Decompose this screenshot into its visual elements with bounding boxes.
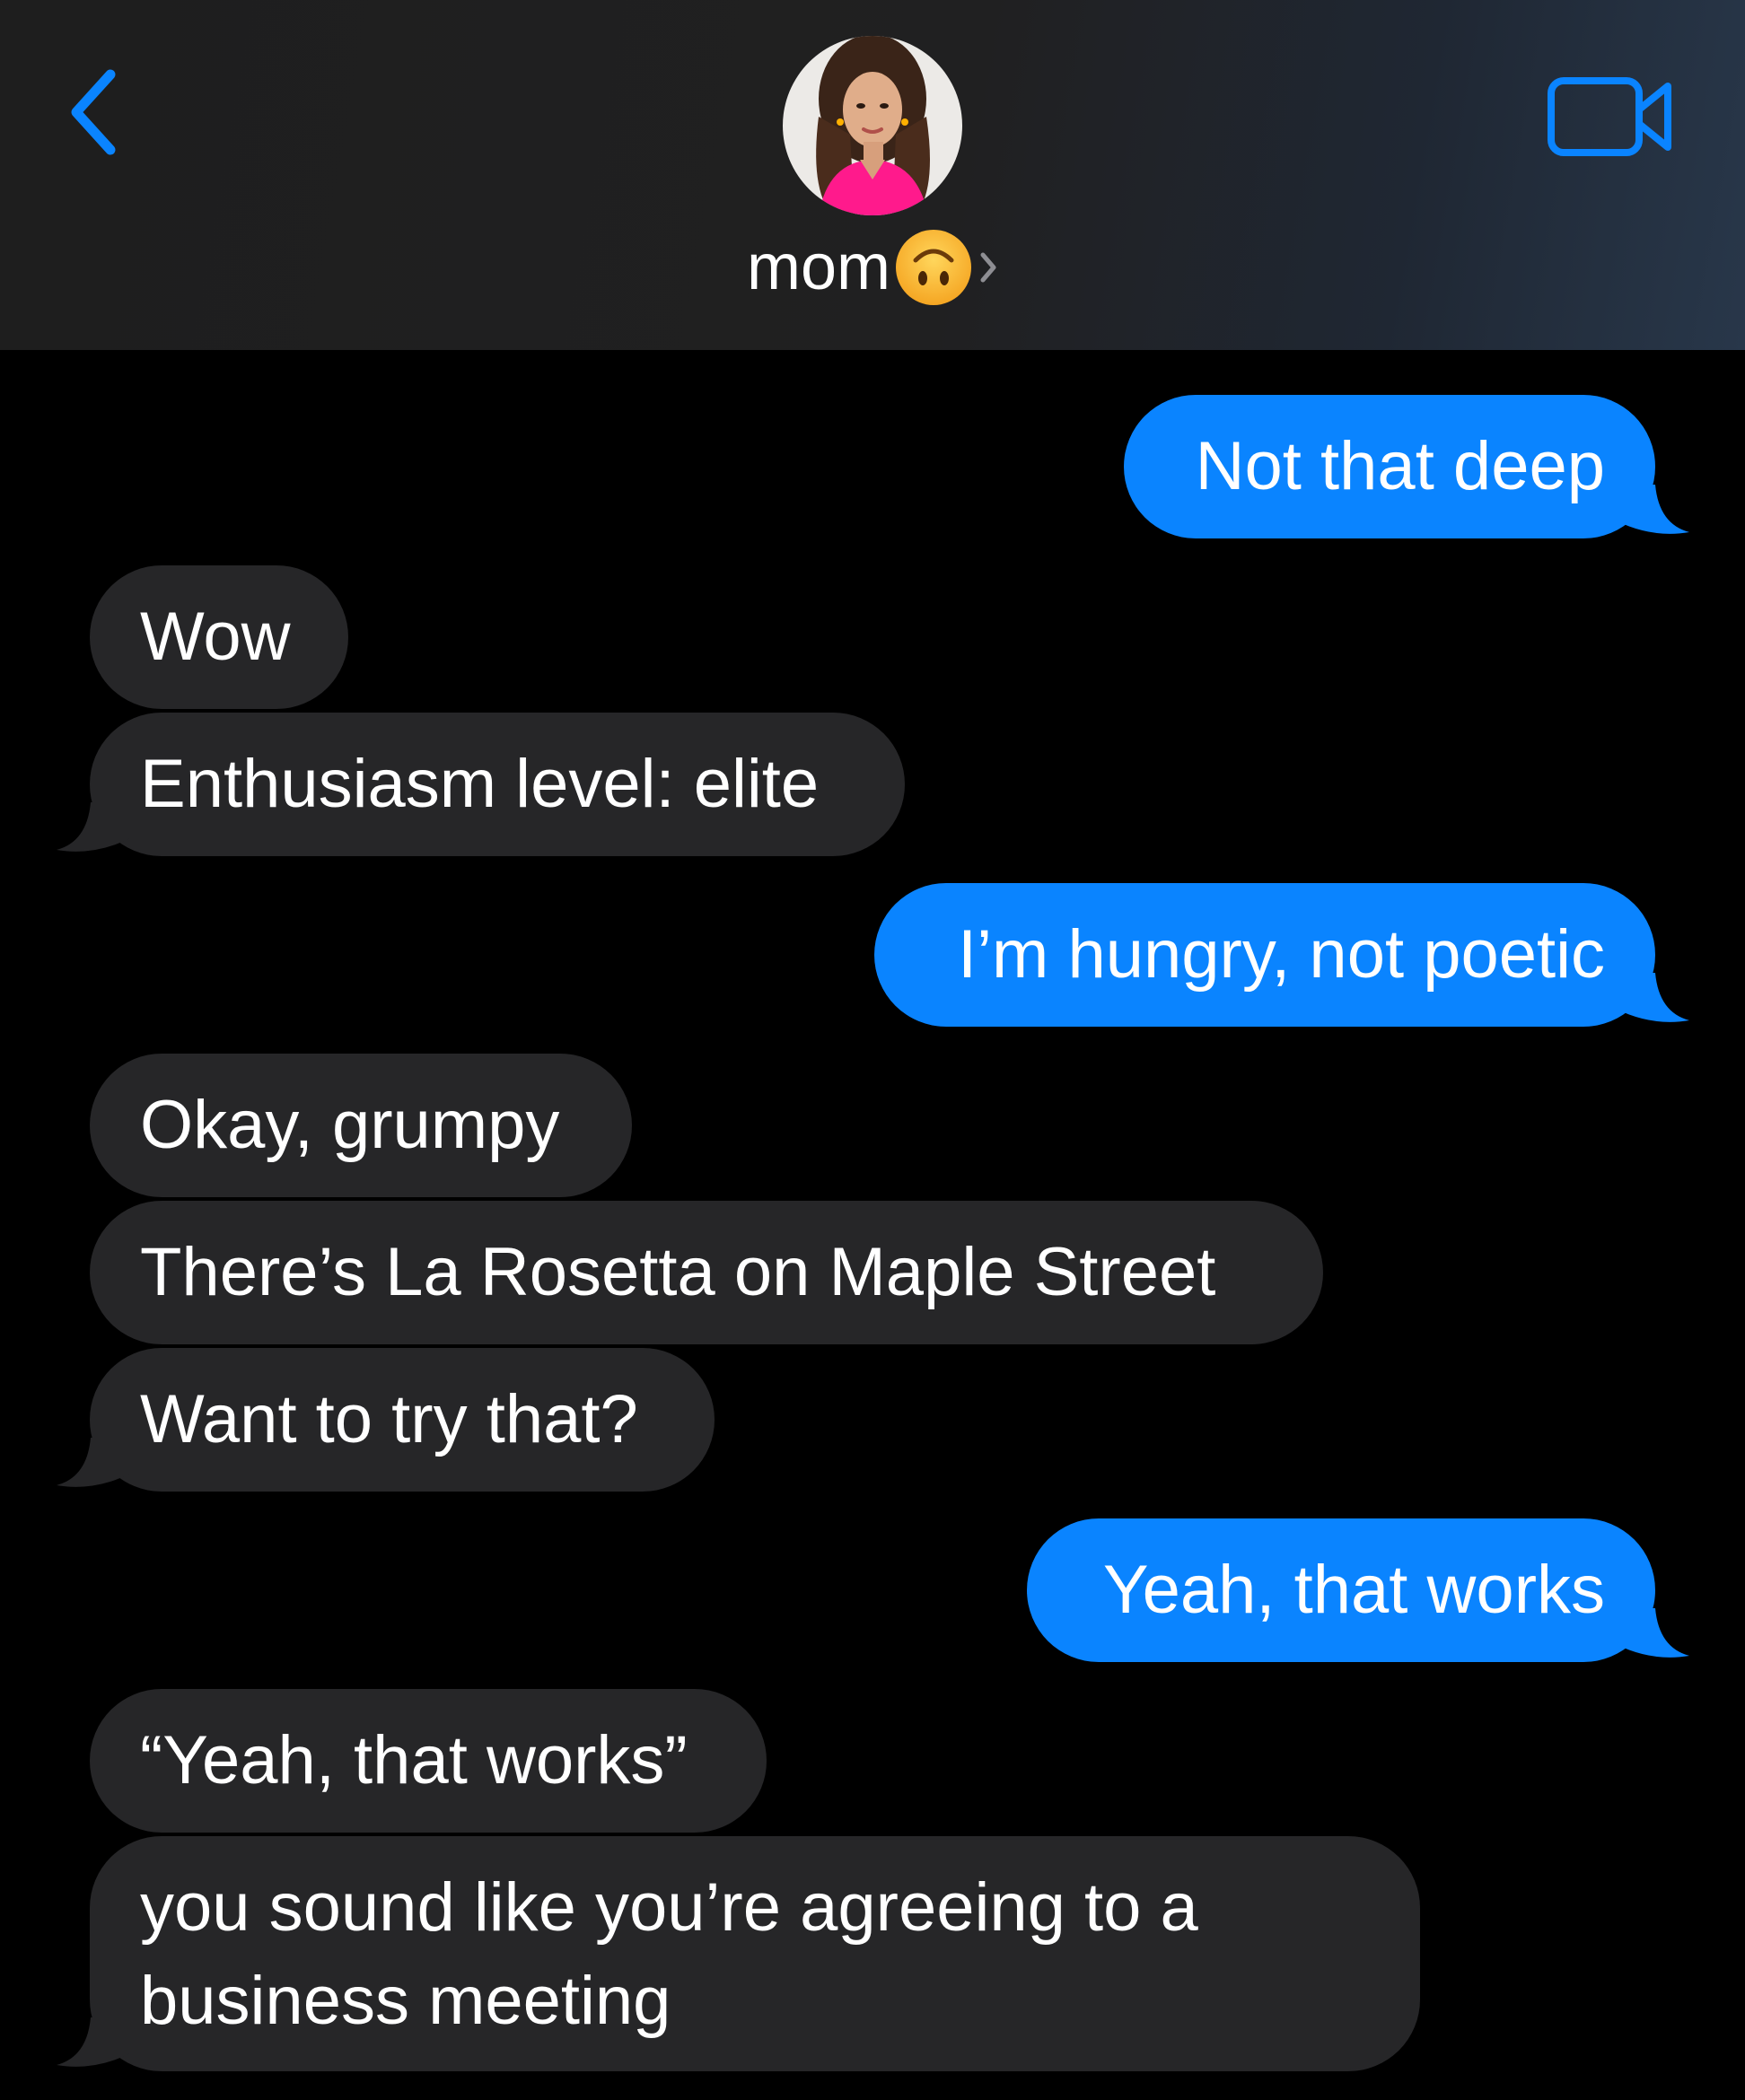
bubble-tail [57, 2017, 130, 2067]
chevron-right-icon [980, 252, 996, 283]
bubble-tail [1616, 1608, 1689, 1658]
message-text: Want to try that? [140, 1381, 638, 1457]
message-bubble-received[interactable]: you sound like you’re agreeing to a busi… [90, 1836, 1420, 2071]
contact-name: mom [747, 232, 890, 303]
chevron-left-icon [71, 69, 116, 155]
contact-photo [783, 36, 962, 215]
back-button[interactable] [54, 54, 135, 171]
message-bubble-received[interactable]: “Yeah, that works” [90, 1689, 767, 1833]
bubble-tail [1616, 973, 1689, 1022]
message-text: There’s La Rosetta on Maple Street [140, 1234, 1216, 1310]
message-bubble-received[interactable]: Okay, grumpy [90, 1054, 632, 1197]
message-bubble-received[interactable]: Enthusiasm level: elite [90, 713, 905, 856]
bubble-tail [1616, 485, 1689, 534]
message-text: you sound like you’re agreeing to a busi… [140, 1869, 1198, 2039]
message-text: Yeah, that works [1102, 1552, 1605, 1628]
message-bubble-received[interactable]: Wow [90, 565, 348, 709]
message-text: “Yeah, that works” [140, 1722, 688, 1798]
conversation-header: mom [0, 0, 1745, 350]
bubble-tail [57, 1438, 130, 1487]
message-bubble-sent[interactable]: Not that deep [1124, 395, 1655, 538]
video-camera-icon [1548, 77, 1671, 156]
message-text: Enthusiasm level: elite [140, 746, 820, 822]
bubble-tail [57, 802, 130, 852]
message-bubble-received[interactable]: There’s La Rosetta on Maple Street [90, 1201, 1323, 1344]
message-bubble-sent[interactable]: Yeah, that works [1027, 1518, 1655, 1662]
message-text: Wow [140, 599, 291, 675]
message-text: Okay, grumpy [140, 1087, 560, 1163]
upside-down-face-emoji-icon [896, 230, 971, 305]
video-call-button[interactable] [1539, 67, 1683, 166]
message-bubble-sent[interactable]: I’m hungry, not poetic [874, 883, 1655, 1027]
contact-name-button[interactable]: mom [0, 223, 1745, 312]
message-text: I’m hungry, not poetic [958, 916, 1605, 993]
message-bubble-received[interactable]: Want to try that? [90, 1348, 715, 1492]
message-text: Not that deep [1195, 428, 1605, 504]
contact-avatar[interactable] [783, 36, 962, 215]
